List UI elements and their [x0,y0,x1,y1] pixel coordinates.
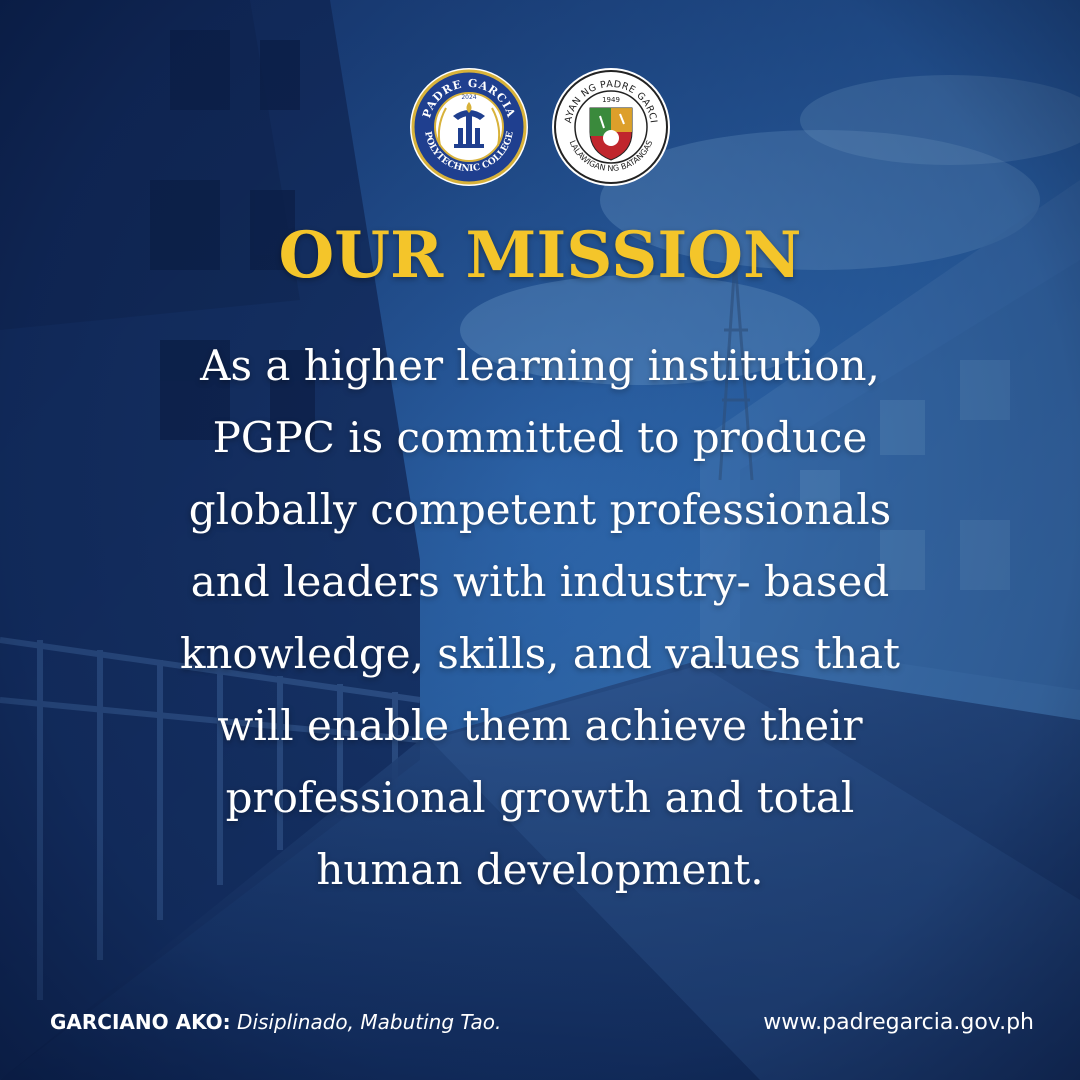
motto-text: Disiplinado, Mabuting Tao. [237,1010,502,1034]
mission-line: and leaders with industry- based [190,557,890,606]
mission-line: professional growth and total [225,773,855,822]
mission-statement: As a higher learning institution, PGPC i… [110,330,970,906]
svg-text:1949: 1949 [602,96,620,104]
motto: GARCIANO AKO: Disiplinado, Mabuting Tao. [50,1010,501,1034]
mission-line: will enable them achieve their [217,701,863,750]
mission-line: globally competent professionals [188,485,892,534]
mission-line: As a higher learning institution, [200,341,880,390]
page-title: OUR MISSION [278,218,802,293]
municipality-seal: BAYAN NG PADRE GARCIA LALAWIGAN NG BATAN… [550,66,672,188]
mission-line: PGPC is committed to produce [212,413,868,462]
mission-line: knowledge, skills, and values that [179,629,901,678]
website-link[interactable]: www.padregarcia.gov.ph [763,1010,1034,1035]
svg-text:2024: 2024 [461,94,476,101]
mission-line: human development. [316,845,764,894]
polytechnic-college-seal: PADRE GARCIA POLYTECHNIC COLLEGE 2024 [408,66,530,188]
motto-label: GARCIANO AKO: [50,1010,231,1034]
logos-row: PADRE GARCIA POLYTECHNIC COLLEGE 2024 AY… [0,66,1080,188]
mission-poster: PADRE GARCIA POLYTECHNIC COLLEGE 2024 AY… [0,0,1080,1080]
